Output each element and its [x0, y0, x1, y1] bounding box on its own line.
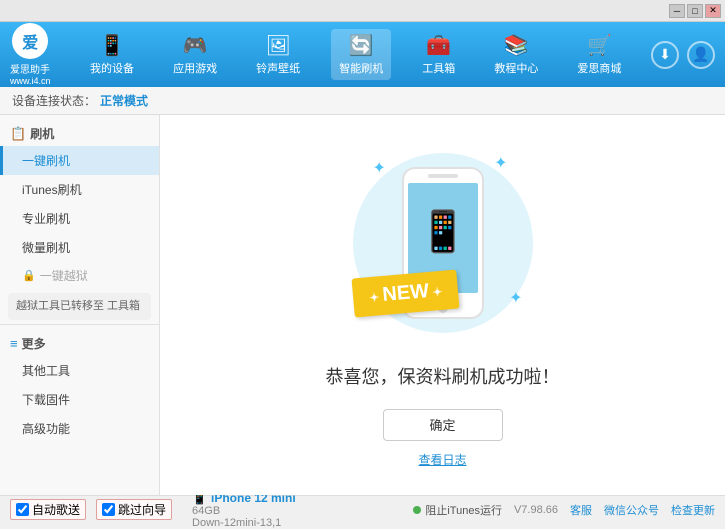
device-storage: 64GB — [192, 505, 296, 517]
auto-send-input[interactable] — [16, 503, 29, 516]
sidebar-download-firmware[interactable]: 下载固件 — [0, 385, 159, 414]
nav-label: 应用游戏 — [173, 60, 217, 76]
sparkle-top-right: ✦ — [494, 153, 507, 173]
nav-mall[interactable]: 🛒 爱思商城 — [569, 29, 629, 80]
flash-section-icon: 📋 — [10, 126, 26, 142]
nav-label: 我的设备 — [90, 60, 134, 76]
sidebar-itunes-flash[interactable]: iTunes刷机 — [0, 175, 159, 204]
tutorials-icon: 📚 — [504, 33, 529, 58]
content-area: ✦ ✦ ✦ 📱 NEW 恭喜您，保资料刷机成功啦！ 确定 查看日志 — [160, 115, 725, 495]
more-section-icon: ≡ — [10, 336, 18, 351]
nav-wallpaper[interactable]: 🖼 铃声壁纸 — [248, 29, 308, 80]
nav-label: 工具箱 — [422, 60, 455, 76]
download-btn[interactable]: ⬇ — [651, 41, 679, 69]
nav-tools[interactable]: 🧰 工具箱 — [414, 29, 463, 80]
tools-icon: 🧰 — [426, 33, 451, 58]
itunes-status: 阻止iTunes运行 — [413, 502, 502, 518]
nav-my-device[interactable]: 📱 我的设备 — [82, 29, 142, 80]
version-text: V7.98.66 — [514, 504, 558, 516]
svg-text:📱: 📱 — [418, 208, 468, 254]
mall-icon: 🛒 — [587, 33, 612, 58]
auto-send-checkbox[interactable]: 自动歌送 — [10, 499, 86, 520]
status-label: 设备连接状态： — [12, 92, 96, 109]
apps-icon: 🎮 — [183, 33, 208, 58]
close-btn[interactable]: ✕ — [705, 4, 721, 18]
nav-tutorials[interactable]: 📚 教程中心 — [486, 29, 546, 80]
nav-label: 铃声壁纸 — [256, 60, 300, 76]
status-value: 正常模式 — [100, 92, 148, 109]
more-section-header: ≡ 更多 — [0, 329, 159, 356]
sparkle-top-left: ✦ — [373, 158, 386, 178]
restore-btn[interactable]: □ — [687, 4, 703, 18]
nav-right-controls: ⬇ 👤 — [651, 41, 715, 69]
nav-smart-flash[interactable]: 🔄 智能刷机 — [331, 29, 391, 80]
wallpaper-icon: 🖼 — [265, 33, 290, 58]
nav-label: 教程中心 — [494, 60, 538, 76]
title-bar: ─ □ ✕ — [0, 0, 725, 22]
sidebar-note: 越狱工具已转移至 工具箱 — [8, 293, 151, 320]
minimize-btn[interactable]: ─ — [669, 4, 685, 18]
confirm-button[interactable]: 确定 — [383, 409, 503, 441]
sidebar: 📋 刷机 一键刷机 iTunes刷机 专业刷机 微量刷机 🔒 一键越狱 越狱工具… — [0, 115, 160, 495]
window-controls[interactable]: ─ □ ✕ — [669, 4, 721, 18]
top-nav: 爱 爱思助手 www.i4.cn 📱 我的设备 🎮 应用游戏 🖼 铃声壁纸 🔄 … — [0, 22, 725, 87]
flash-icon: 🔄 — [349, 33, 374, 58]
view-log-link[interactable]: 查看日志 — [418, 451, 466, 468]
main-layout: 📋 刷机 一键刷机 iTunes刷机 专业刷机 微量刷机 🔒 一键越狱 越狱工具… — [0, 115, 725, 495]
check-update-link[interactable]: 检查更新 — [671, 502, 715, 518]
phone-illustration: ✦ ✦ ✦ 📱 NEW — [343, 143, 543, 343]
service-link[interactable]: 客服 — [570, 502, 592, 518]
success-text: 恭喜您，保资料刷机成功啦！ — [326, 363, 560, 389]
logo-icon: 爱 — [12, 23, 48, 59]
sidebar-advanced[interactable]: 高级功能 — [0, 414, 159, 443]
device-icon: 📱 — [100, 33, 125, 58]
logo-area: 爱 爱思助手 www.i4.cn — [10, 23, 51, 86]
nav-label: 智能刷机 — [339, 60, 383, 76]
user-btn[interactable]: 👤 — [687, 41, 715, 69]
sidebar-jailbreak-locked: 🔒 一键越狱 — [0, 262, 159, 289]
bottom-right: 阻止iTunes运行 V7.98.66 客服 微信公众号 检查更新 — [413, 502, 715, 518]
bottom-bar: 自动歌送 跳过向导 📱 iPhone 12 mini 64GB Down-12m… — [0, 495, 725, 523]
sidebar-pro-flash[interactable]: 专业刷机 — [0, 204, 159, 233]
nav-label: 爱思商城 — [577, 60, 621, 76]
skip-wizard-checkbox[interactable]: 跳过向导 — [96, 499, 172, 520]
sidebar-micro-flash[interactable]: 微量刷机 — [0, 233, 159, 262]
itunes-status-dot — [413, 506, 421, 514]
nav-items: 📱 我的设备 🎮 应用游戏 🖼 铃声壁纸 🔄 智能刷机 🧰 工具箱 📚 教程中心… — [71, 29, 641, 80]
sidebar-one-key-flash[interactable]: 一键刷机 — [0, 146, 159, 175]
logo-text: 爱思助手 www.i4.cn — [10, 61, 51, 86]
wechat-link[interactable]: 微信公众号 — [604, 502, 659, 518]
sparkle-bottom-right: ✦ — [509, 288, 522, 308]
skip-wizard-input[interactable] — [102, 503, 115, 516]
sidebar-divider — [0, 324, 159, 325]
lock-icon: 🔒 — [22, 269, 36, 282]
status-bar: 设备连接状态： 正常模式 — [0, 87, 725, 115]
sidebar-other-tools[interactable]: 其他工具 — [0, 356, 159, 385]
flash-section-header: 📋 刷机 — [0, 119, 159, 146]
nav-apps[interactable]: 🎮 应用游戏 — [165, 29, 225, 80]
